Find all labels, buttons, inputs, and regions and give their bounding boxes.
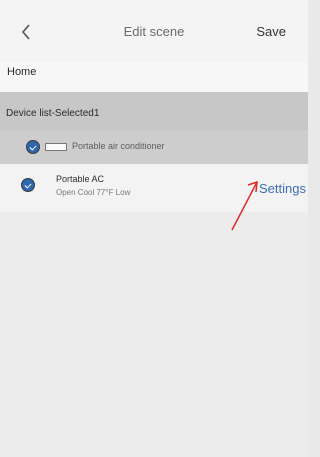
device-name: Portable AC xyxy=(56,174,105,184)
device-status: Open Cool 77°F Low xyxy=(56,188,131,197)
device-row-portable-air-conditioner[interactable]: Portable air conditioner xyxy=(0,130,308,164)
red-pointer-arrow xyxy=(231,180,258,231)
device-list-header-label: Device list-Selected1 xyxy=(6,108,100,119)
save-button[interactable]: Save xyxy=(256,24,286,39)
home-bar xyxy=(0,62,308,92)
device-placeholder-icon xyxy=(45,143,67,151)
top-bar: Edit scene Save xyxy=(0,0,308,62)
selected-check-icon[interactable] xyxy=(26,140,40,154)
settings-button[interactable]: Settings xyxy=(259,181,306,196)
device-label: Portable air conditioner xyxy=(72,141,165,151)
device-list-header: Device list-Selected1 xyxy=(0,92,308,130)
selected-check-icon[interactable] xyxy=(21,178,35,192)
empty-content-area xyxy=(0,212,308,457)
home-label: Home xyxy=(7,66,37,78)
